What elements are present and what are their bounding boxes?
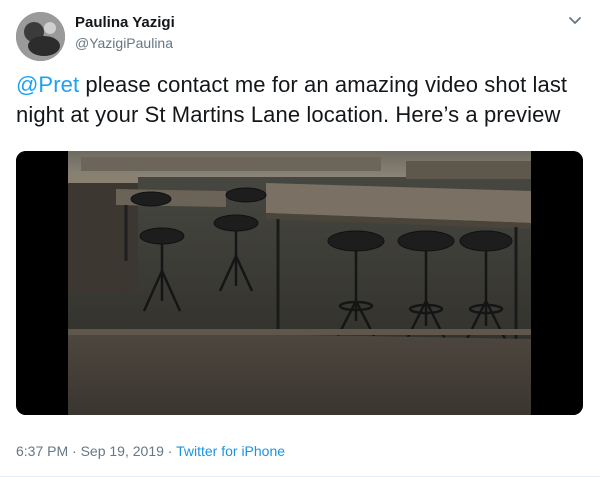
- video-media[interactable]: [16, 151, 583, 415]
- meta-separator: ·: [68, 443, 81, 459]
- tweet-date[interactable]: Sep 19, 2019: [81, 443, 164, 459]
- mention-link[interactable]: @Pret: [16, 72, 79, 97]
- profile-photo-icon: [16, 12, 65, 61]
- tweet-card: Paulina Yazigi @YazigiPaulina @Pret plea…: [0, 0, 600, 477]
- tweet-source-link[interactable]: Twitter for iPhone: [176, 443, 285, 459]
- avatar[interactable]: [16, 12, 65, 61]
- tweet-time[interactable]: 6:37 PM: [16, 443, 68, 459]
- chevron-down-icon[interactable]: [566, 12, 584, 30]
- author-name[interactable]: Paulina Yazigi: [75, 14, 175, 31]
- tweet-metadata: 6:37 PM · Sep 19, 2019 · Twitter for iPh…: [16, 443, 285, 459]
- meta-separator: ·: [163, 443, 177, 459]
- video-thumbnail-icon: [16, 151, 583, 415]
- tweet-body: please contact me for an amazing video s…: [16, 72, 568, 127]
- author-handle[interactable]: @YazigiPaulina: [75, 35, 173, 51]
- tweet-text: @Pret please contact me for an amazing v…: [16, 70, 586, 130]
